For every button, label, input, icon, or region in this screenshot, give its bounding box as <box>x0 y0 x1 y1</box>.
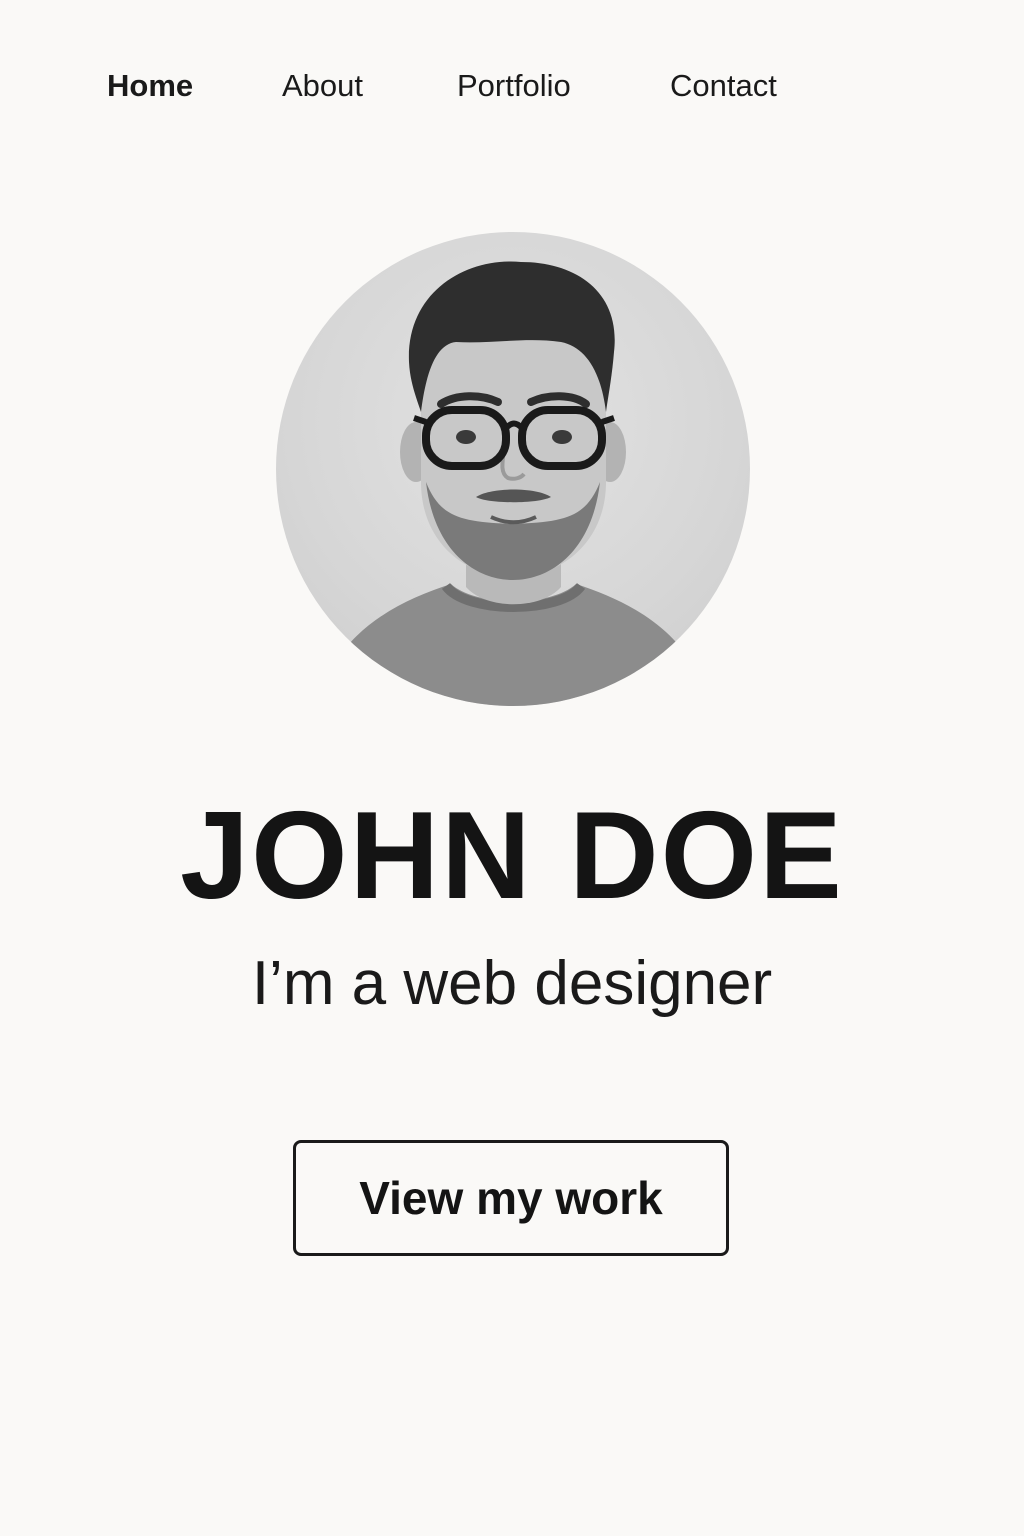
main-nav: Home About Portfolio Contact <box>0 60 1024 112</box>
hero-tagline: I’m a web designer <box>251 949 773 1018</box>
avatar-illustration <box>316 261 710 706</box>
nav-link-home[interactable]: Home <box>107 68 193 104</box>
nav-link-contact[interactable]: Contact <box>670 68 777 104</box>
nav-link-portfolio[interactable]: Portfolio <box>457 68 571 104</box>
avatar <box>276 232 750 706</box>
nav-link-about[interactable]: About <box>282 68 363 104</box>
view-my-work-button[interactable]: View my work <box>293 1140 729 1256</box>
hero-name: JOHN DOE <box>180 787 844 925</box>
